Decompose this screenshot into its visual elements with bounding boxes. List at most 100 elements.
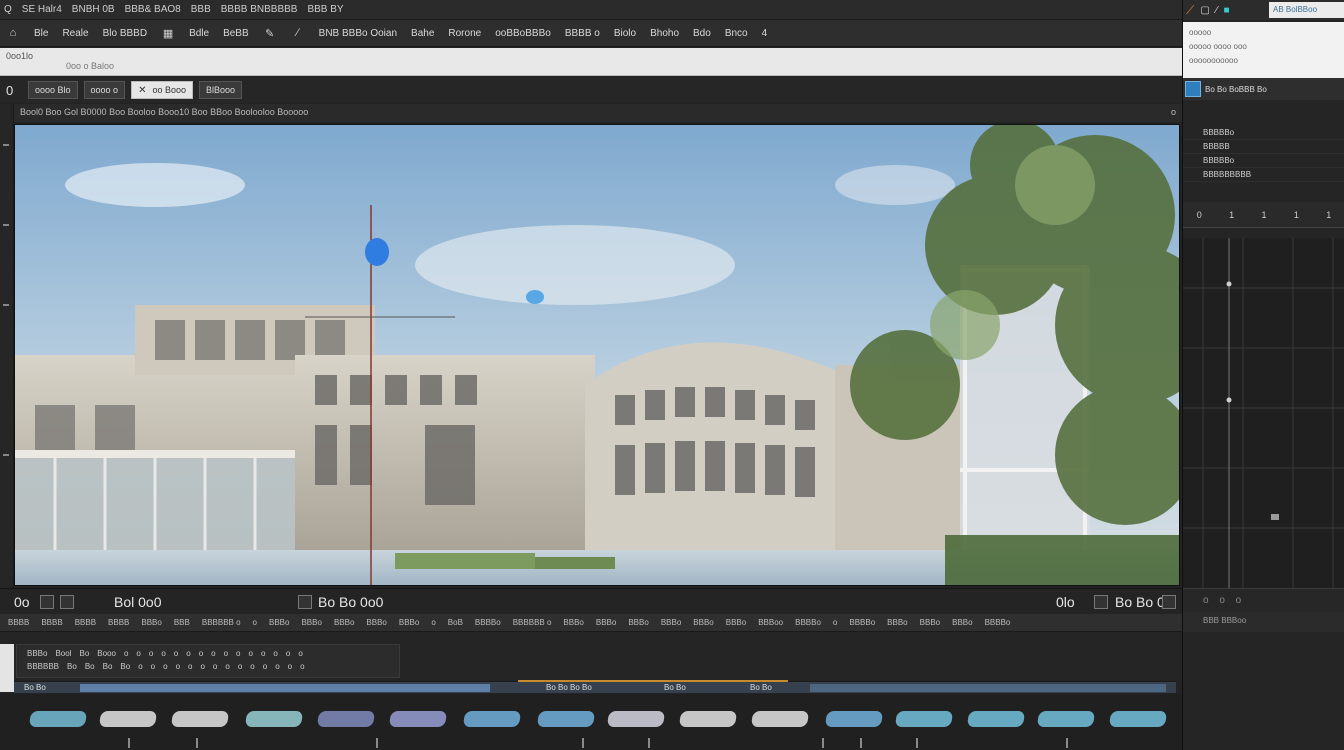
toolbar-item-0[interactable]: Ble	[34, 28, 48, 39]
clip[interactable]	[244, 711, 304, 727]
level-value[interactable]: 1	[1326, 210, 1331, 220]
timeline-column-label[interactable]: BBBo	[563, 618, 583, 627]
track-row-cell[interactable]: Bo	[79, 649, 89, 658]
clip[interactable]	[966, 711, 1026, 727]
timeline-column-label[interactable]: o	[253, 618, 257, 627]
track-row-cell[interactable]: o	[286, 649, 290, 658]
menu-item[interactable]: BBB& BAO8	[125, 4, 181, 15]
timeline-scrubber[interactable]: Bo Bo Bo Bo Bo Bo Bo Bo Bo Bo	[14, 681, 1176, 693]
clip[interactable]	[98, 711, 158, 727]
track-row-cell[interactable]: Bool	[55, 649, 71, 658]
track-row-cell[interactable]: Booo	[97, 649, 116, 658]
clip[interactable]	[750, 711, 810, 727]
close-icon[interactable]: ✕	[138, 85, 146, 96]
pen-tool-icon[interactable]: ⟋	[1186, 3, 1194, 18]
timeline-column-label[interactable]: BBBo	[301, 618, 321, 627]
timeline-column-label[interactable]: BBBB	[8, 618, 29, 627]
track-row-cell[interactable]: o	[300, 662, 304, 671]
layer-color-swatch[interactable]	[1185, 81, 1201, 97]
timeline-column-label[interactable]: BBBo	[920, 618, 940, 627]
track-row-cell[interactable]: o	[124, 649, 128, 658]
timeline-column-label[interactable]: BBBB	[75, 618, 96, 627]
canvas-viewport[interactable]	[14, 124, 1180, 586]
track-row-cell[interactable]: o	[188, 662, 192, 671]
track-row-cell[interactable]: o	[176, 662, 180, 671]
timeline-column-label[interactable]: BBBo	[887, 618, 907, 627]
clip[interactable]	[824, 711, 884, 727]
toolbar-item-11[interactable]: Bhoho	[650, 28, 679, 39]
toolbar-item-2[interactable]: Blo BBBD	[103, 28, 147, 39]
timeline-column-label[interactable]: BBB	[174, 618, 190, 627]
level-value[interactable]: 0	[1197, 210, 1202, 220]
clip[interactable]	[894, 711, 954, 727]
tool-tick[interactable]	[3, 304, 9, 306]
toolbar-item-1[interactable]: Reale	[62, 28, 88, 39]
timeline-column-label[interactable]: BoB	[448, 618, 463, 627]
track-row-cell[interactable]: o	[224, 649, 228, 658]
track-row-cell[interactable]: o	[174, 649, 178, 658]
clip[interactable]	[388, 711, 448, 727]
layer-item[interactable]: BBBBBBBBB	[1183, 168, 1344, 182]
toolbar-item-12[interactable]: Bdo	[693, 28, 711, 39]
track-row-cell[interactable]: BBBo	[27, 649, 47, 658]
track-row-cell[interactable]: Bo	[120, 662, 130, 671]
tool-tick[interactable]	[3, 224, 9, 226]
track-row-cell[interactable]: o	[161, 649, 165, 658]
document-tab-2[interactable]: ✕ oo Booo	[131, 81, 193, 99]
track-row-cell[interactable]: o	[250, 662, 254, 671]
track-row-cell[interactable]: o	[163, 662, 167, 671]
clip[interactable]	[606, 711, 666, 727]
clip[interactable]	[28, 711, 88, 727]
track-row-cell[interactable]: o	[275, 662, 279, 671]
timeline-column-label[interactable]: o	[431, 618, 435, 627]
frame-icon[interactable]: ▢	[1200, 5, 1209, 16]
track-row-cell[interactable]: o	[273, 649, 277, 658]
play-icon[interactable]	[298, 595, 312, 609]
toolbar-item-6[interactable]: Bahe	[411, 28, 434, 39]
timeline-column-label[interactable]: BBBo	[726, 618, 746, 627]
timeline-segment[interactable]	[80, 684, 490, 692]
brush-icon[interactable]: ∕	[1216, 5, 1218, 16]
timeline-column-label[interactable]: BBBo	[269, 618, 289, 627]
home-icon[interactable]: ⌂	[6, 26, 20, 40]
track-row-cell[interactable]: o	[263, 662, 267, 671]
settings-icon[interactable]	[1162, 595, 1176, 609]
timeline-column-label[interactable]: o	[833, 618, 837, 627]
level-value[interactable]: 1	[1294, 210, 1299, 220]
menu-item[interactable]: Q	[4, 4, 12, 15]
toolbar-item-9[interactable]: BBBB o	[565, 28, 600, 39]
timeline-column-label[interactable]: BBBo	[952, 618, 972, 627]
track-row-cell[interactable]: o	[238, 662, 242, 671]
tool-tick[interactable]	[3, 144, 9, 146]
menu-item[interactable]: BBB BY	[307, 4, 343, 15]
track-row-cell[interactable]: BBBBBB	[27, 662, 59, 671]
timeline-column-label[interactable]: BBBBo	[849, 618, 875, 627]
track-row-cell[interactable]: Bo	[103, 662, 113, 671]
clip[interactable]	[536, 711, 596, 727]
track-row-cell[interactable]: o	[151, 662, 155, 671]
track-row-cell[interactable]: o	[261, 649, 265, 658]
timeline-column-label[interactable]: BBBBo	[985, 618, 1011, 627]
track-row-cell[interactable]: o	[213, 662, 217, 671]
timeline-column-label[interactable]: BBBo	[628, 618, 648, 627]
toolbar-item-8[interactable]: ooBBoBBBo	[495, 28, 551, 39]
layer-item[interactable]: BBBBBo	[1183, 126, 1344, 140]
clip[interactable]	[678, 711, 738, 727]
toolbar-item-3[interactable]: Bdle	[189, 28, 209, 39]
track-row-cell[interactable]: o	[249, 649, 253, 658]
timeline-column-label[interactable]: BBBo	[596, 618, 616, 627]
track-row-cell[interactable]: o	[149, 649, 153, 658]
track-row-cell[interactable]: Bo	[67, 662, 77, 671]
track-row-cell[interactable]: o	[225, 662, 229, 671]
timeline-column-label[interactable]: BBBBBB o	[202, 618, 241, 627]
timeline-column-label[interactable]: BBBo	[334, 618, 354, 627]
document-tab-3[interactable]: BlBooo	[198, 81, 243, 99]
track-row-cell[interactable]: o	[236, 649, 240, 658]
toolbar-item-14[interactable]: 4	[762, 28, 768, 39]
menu-item[interactable]: BNBH 0B	[72, 4, 115, 15]
clip[interactable]	[1108, 711, 1168, 727]
track-row-cell[interactable]: o	[136, 649, 140, 658]
timeline-column-label[interactable]: BBBo	[693, 618, 713, 627]
clip[interactable]	[1036, 711, 1096, 727]
timeline-column-label[interactable]: BBBo	[141, 618, 161, 627]
